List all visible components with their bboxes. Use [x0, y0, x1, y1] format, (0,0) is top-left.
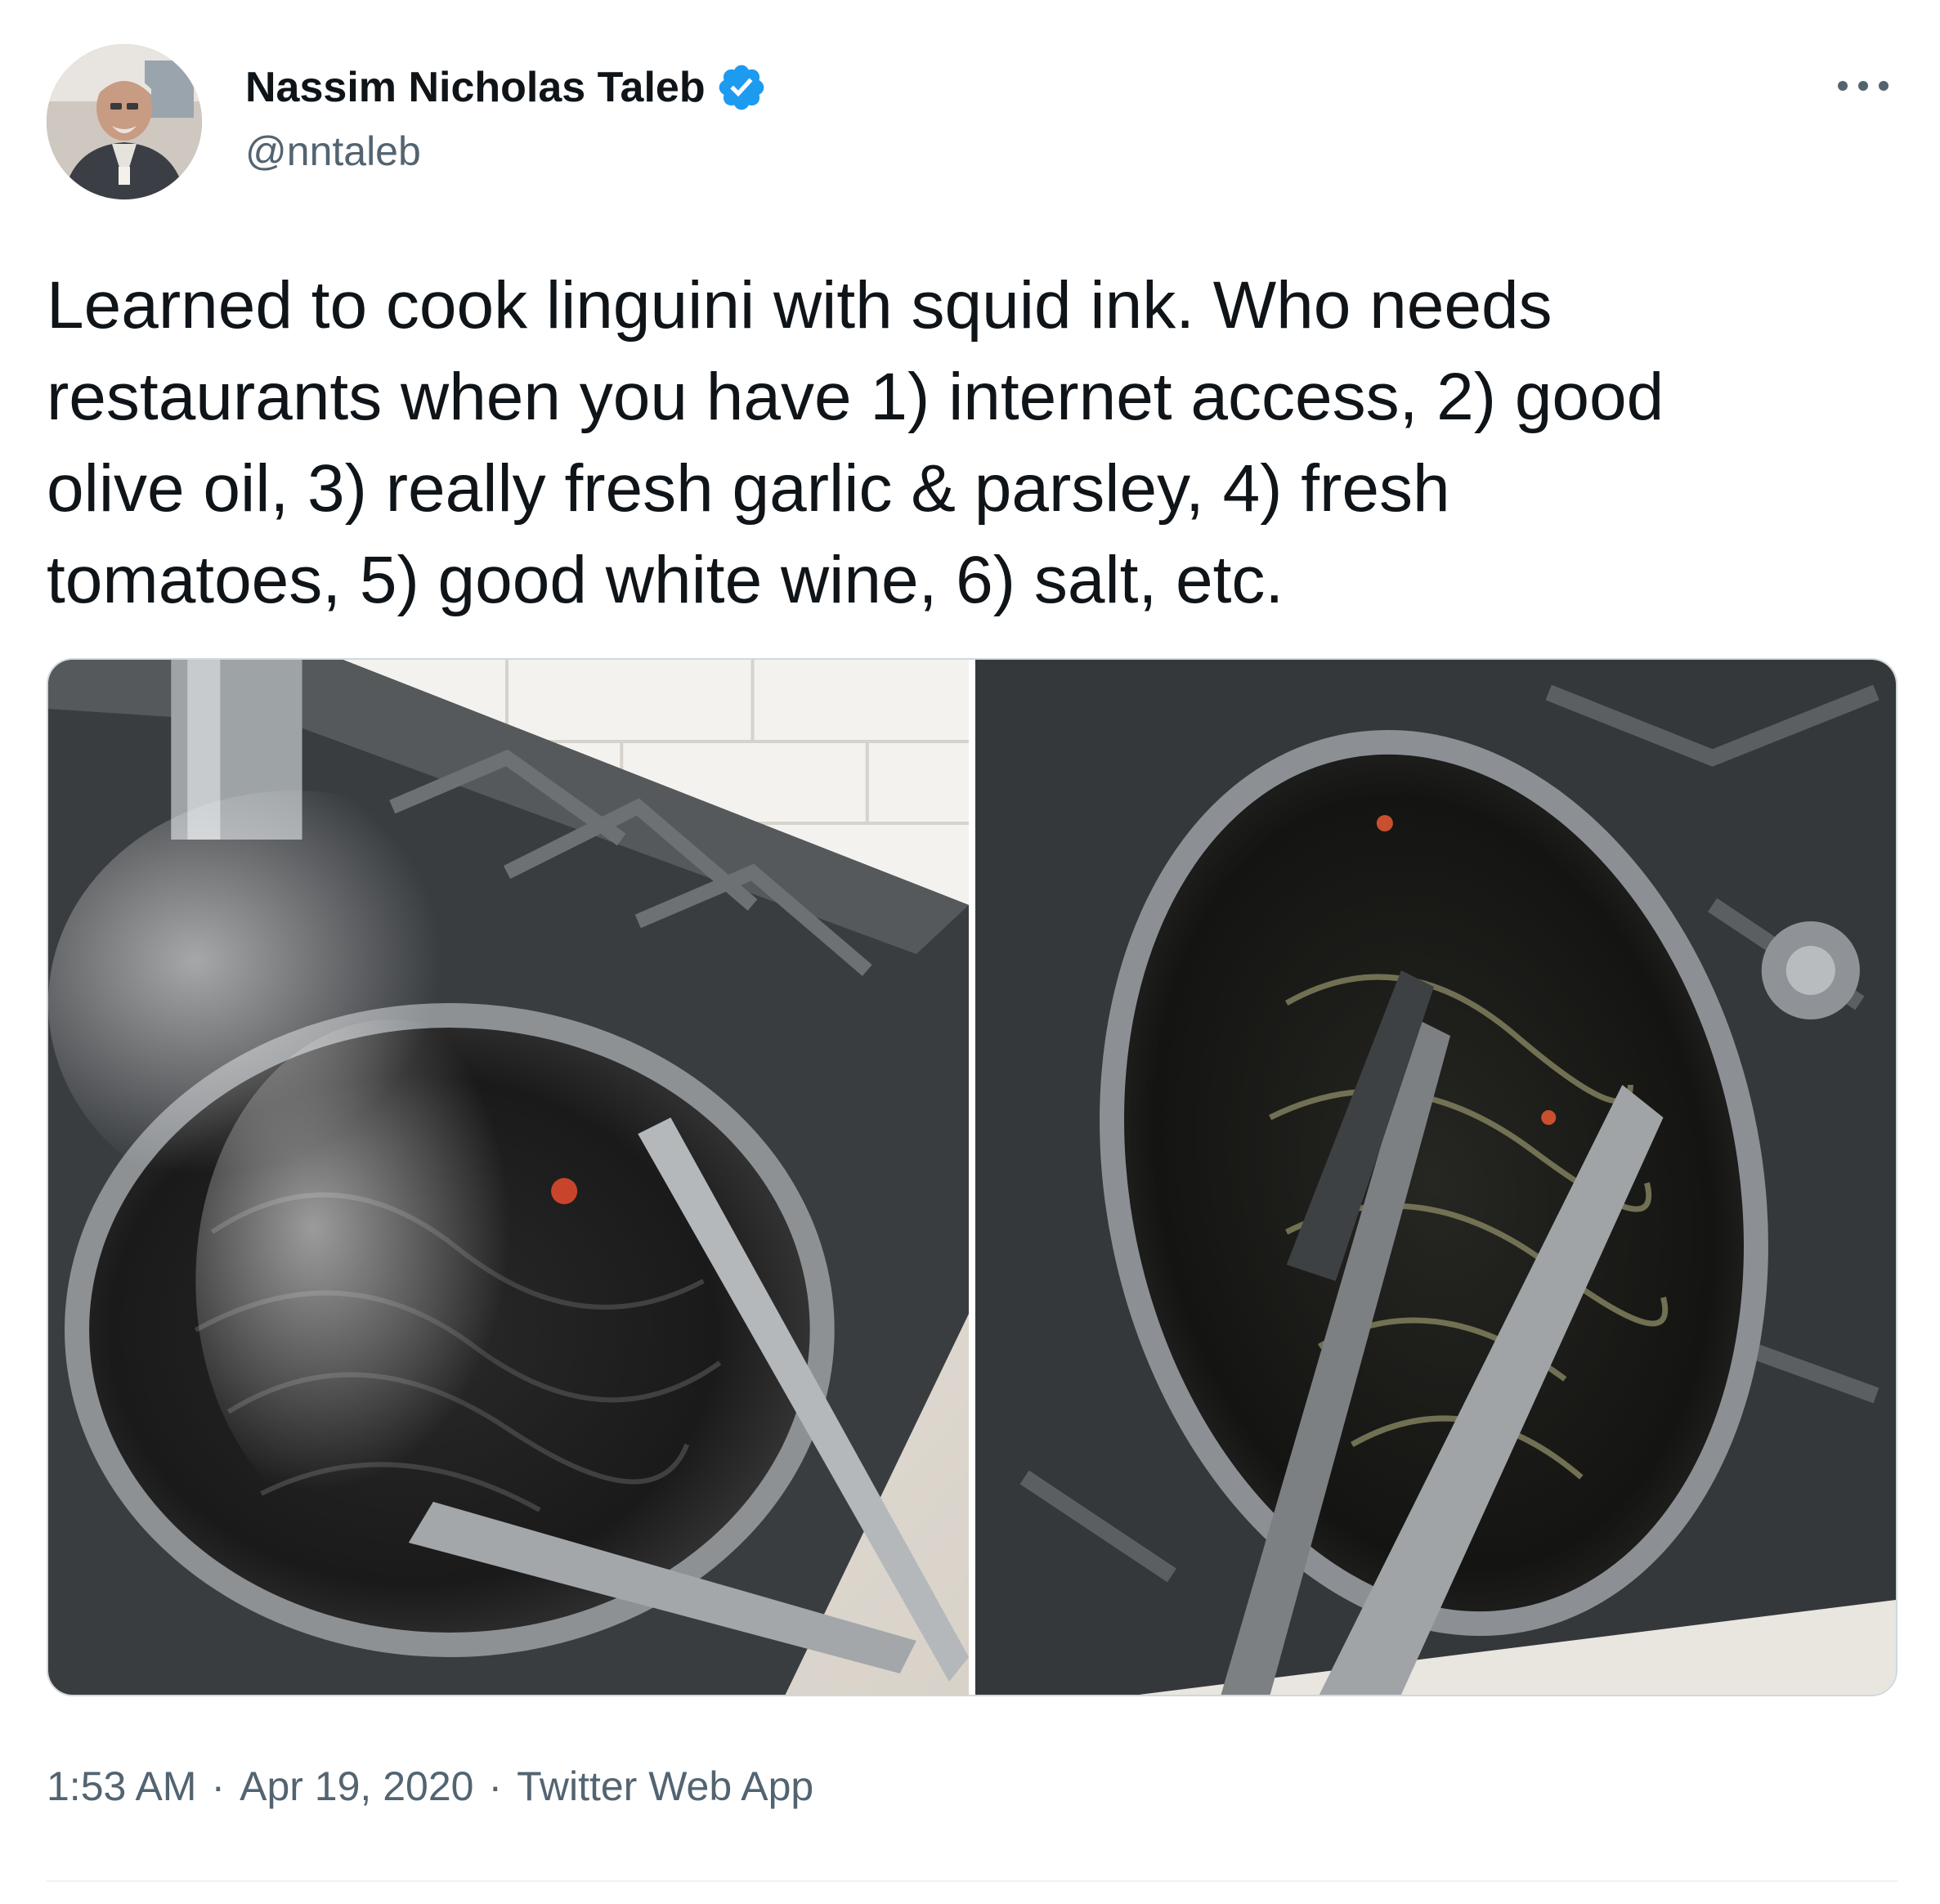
author-handle[interactable]: @nntaleb — [245, 127, 421, 176]
tweet-photo-2[interactable] — [975, 660, 1896, 1695]
author-display-name: Nassim Nicholas Taleb — [245, 64, 706, 111]
pan-closeup-photo — [975, 660, 1896, 1695]
pan-on-stove-photo — [48, 660, 969, 1695]
tweet-date[interactable]: Apr 19, 2020 — [240, 1763, 473, 1809]
tweet-photo-1[interactable] — [48, 660, 969, 1695]
more-options-icon — [1838, 81, 1888, 91]
author-avatar[interactable] — [47, 44, 202, 199]
tweet-card: Nassim Nicholas Taleb @nntaleb Learned t… — [0, 0, 1940, 1904]
tweet-media-grid — [47, 658, 1897, 1696]
more-options-button[interactable] — [1826, 65, 1900, 106]
author-name[interactable]: Nassim Nicholas Taleb — [245, 61, 768, 114]
tweet-time[interactable]: 1:53 AM — [47, 1763, 196, 1809]
verified-badge-icon — [715, 61, 768, 114]
tweet-source-link[interactable]: Twitter Web App — [517, 1763, 813, 1809]
meta-separator: · — [211, 1763, 226, 1809]
tweet-text: Learned to cook linguini with squid ink.… — [47, 268, 1664, 617]
avatar-image — [47, 44, 202, 199]
tweet-metadata: 1:53 AM · Apr 19, 2020 · Twitter Web App — [47, 1758, 813, 1815]
meta-separator: · — [488, 1763, 503, 1809]
bottom-divider — [47, 1880, 1897, 1882]
